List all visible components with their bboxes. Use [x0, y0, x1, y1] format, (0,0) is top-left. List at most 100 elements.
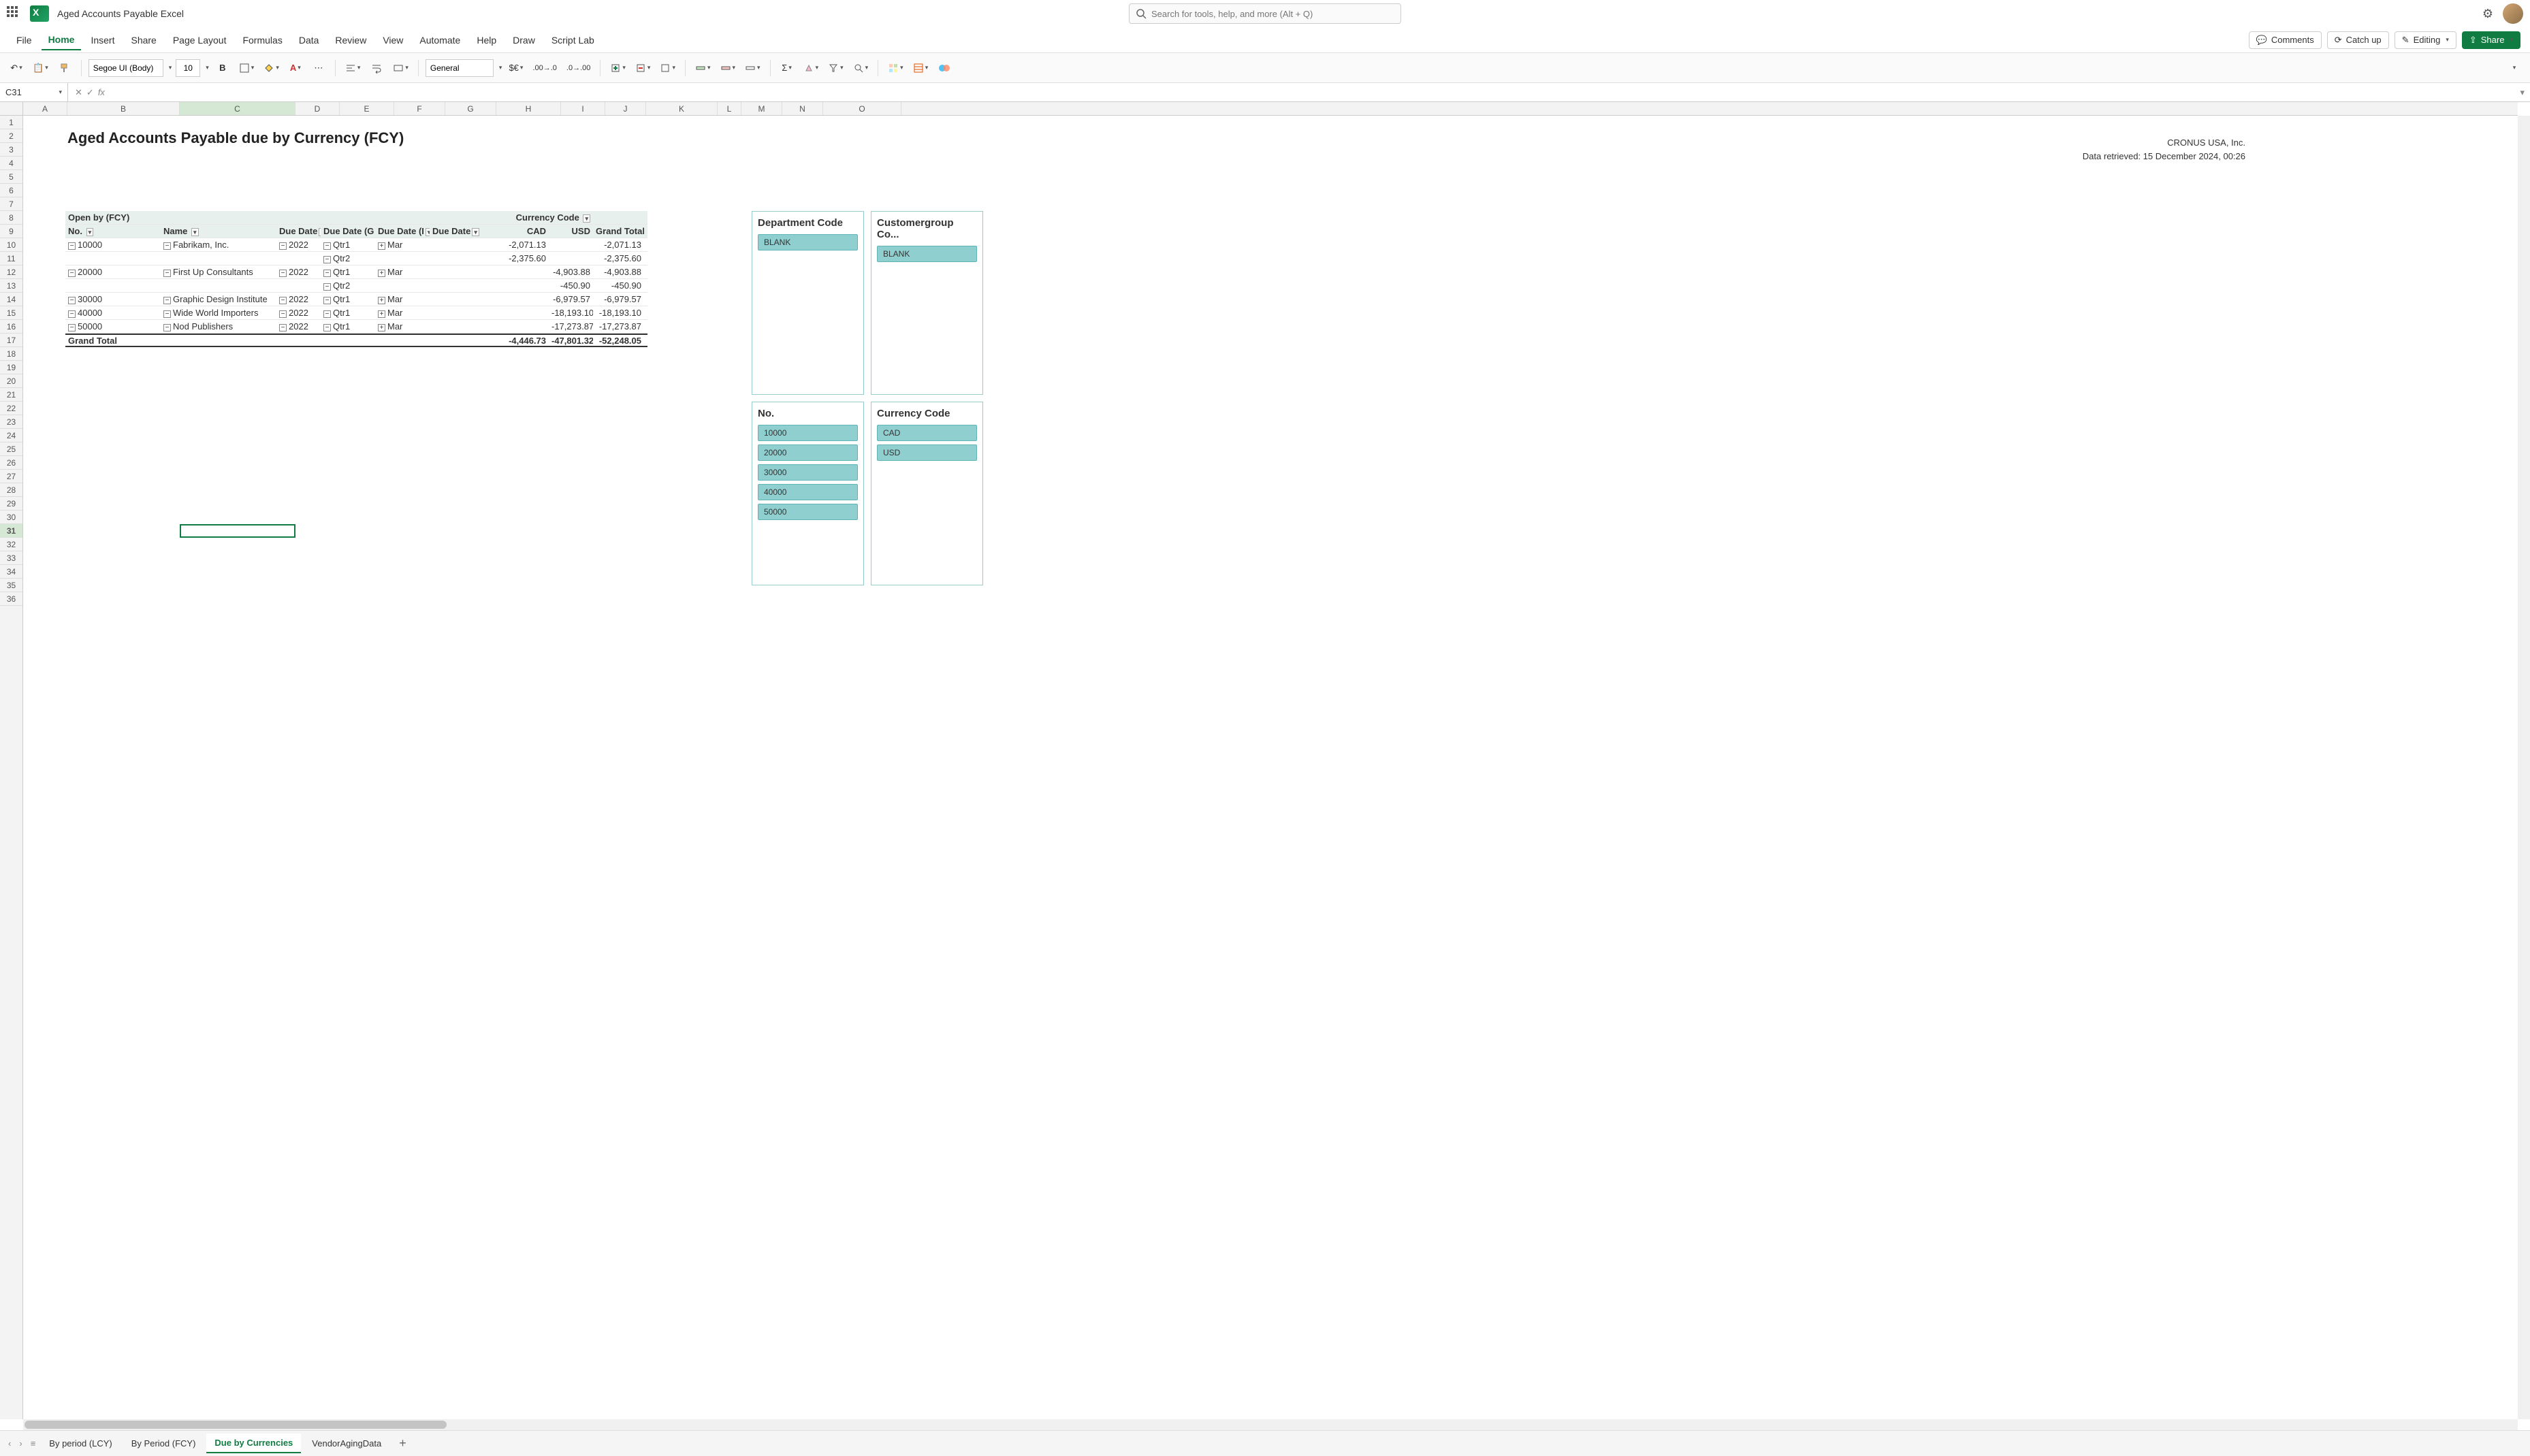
row-header[interactable]: 13 [0, 279, 22, 293]
row-header[interactable]: 17 [0, 334, 22, 347]
row-header[interactable]: 28 [0, 483, 22, 497]
wrap-text-button[interactable] [367, 59, 386, 78]
expand-collapse-icon[interactable]: − [279, 324, 287, 331]
filter-dropdown-icon[interactable]: ▾ [86, 228, 94, 236]
clear-button[interactable]: ▾ [801, 59, 822, 78]
more-font-button[interactable]: ⋯ [309, 59, 328, 78]
menu-page-layout[interactable]: Page Layout [166, 31, 234, 50]
expand-collapse-icon[interactable]: − [323, 283, 331, 291]
row-header[interactable]: 19 [0, 361, 22, 374]
copilot-button[interactable] [935, 59, 954, 78]
menu-file[interactable]: File [10, 31, 39, 50]
expand-collapse-icon[interactable]: − [279, 270, 287, 277]
slicer-item[interactable]: USD [877, 444, 977, 461]
align-button[interactable]: ▾ [342, 59, 364, 78]
expand-collapse-icon[interactable]: − [323, 297, 331, 304]
column-header[interactable]: I [561, 102, 605, 115]
paste-button[interactable]: 📋▾ [30, 59, 51, 78]
search-input[interactable] [1129, 3, 1401, 24]
borders-button[interactable]: ▾ [236, 59, 257, 78]
user-avatar[interactable] [2503, 3, 2523, 24]
enter-icon[interactable]: ✓ [86, 87, 94, 98]
column-header[interactable]: H [496, 102, 561, 115]
menu-home[interactable]: Home [42, 30, 82, 50]
format-table-button[interactable]: ▾ [910, 59, 931, 78]
editing-button[interactable]: ✎Editing▾ [2395, 31, 2456, 49]
ribbon-collapse-button[interactable]: ▾ [2504, 59, 2523, 78]
row-header[interactable]: 30 [0, 511, 22, 524]
formula-input[interactable] [112, 83, 2515, 101]
sheet-next-icon[interactable]: › [16, 1436, 25, 1451]
settings-icon[interactable]: ⚙ [2482, 7, 2493, 21]
delete-cells-button[interactable]: ▾ [632, 59, 654, 78]
expand-collapse-icon[interactable]: − [163, 310, 171, 318]
sheet-tab[interactable]: VendorAgingData [304, 1434, 389, 1453]
row-header[interactable]: 21 [0, 388, 22, 402]
vertical-scrollbar[interactable] [2518, 116, 2530, 1419]
row-header[interactable]: 16 [0, 320, 22, 334]
undo-button[interactable]: ↶▾ [7, 59, 26, 78]
slicer-no[interactable]: No. 10000 20000 30000 40000 50000 [752, 402, 864, 585]
row-header[interactable]: 6 [0, 184, 22, 197]
decrease-decimal-button[interactable]: .0→.00 [564, 59, 593, 78]
format-cells-button[interactable]: ▾ [657, 59, 678, 78]
insert-rows-button[interactable]: ▾ [692, 59, 714, 78]
slicer-item[interactable]: 30000 [758, 464, 858, 481]
cells-area[interactable]: Aged Accounts Payable due by Currency (F… [23, 116, 2518, 1419]
slicer-item[interactable]: BLANK [877, 246, 977, 262]
slicer-item[interactable]: 50000 [758, 504, 858, 520]
filter-dropdown-icon[interactable]: ▾ [191, 228, 199, 236]
insert-cells-button[interactable]: ▾ [607, 59, 628, 78]
sheet-tab[interactable]: By period (LCY) [41, 1434, 120, 1453]
expand-collapse-icon[interactable]: − [68, 324, 76, 331]
row-header[interactable]: 25 [0, 442, 22, 456]
select-all-corner[interactable] [0, 102, 23, 116]
column-header[interactable]: D [295, 102, 340, 115]
conditional-format-button[interactable]: ▾ [885, 59, 906, 78]
row-header[interactable]: 22 [0, 402, 22, 415]
row-header[interactable]: 31 [0, 524, 22, 538]
expand-collapse-icon[interactable]: + [378, 270, 385, 277]
document-title[interactable]: Aged Accounts Payable Excel [57, 8, 184, 19]
font-color-button[interactable]: A▾ [286, 59, 305, 78]
column-header[interactable]: M [741, 102, 782, 115]
menu-data[interactable]: Data [292, 31, 326, 50]
expand-collapse-icon[interactable]: − [323, 242, 331, 250]
slicer-item[interactable]: 40000 [758, 484, 858, 500]
format-painter-button[interactable] [55, 59, 74, 78]
row-header[interactable]: 11 [0, 252, 22, 265]
row-header[interactable]: 8 [0, 211, 22, 225]
expand-collapse-icon[interactable]: − [163, 270, 171, 277]
menu-share[interactable]: Share [124, 31, 163, 50]
expand-collapse-icon[interactable]: − [68, 310, 76, 318]
app-launcher-icon[interactable] [7, 6, 22, 21]
row-header[interactable]: 14 [0, 293, 22, 306]
expand-collapse-icon[interactable]: + [378, 242, 385, 250]
row-header[interactable]: 15 [0, 306, 22, 320]
expand-collapse-icon[interactable]: − [279, 297, 287, 304]
column-header[interactable]: J [605, 102, 646, 115]
column-header[interactable]: B [67, 102, 180, 115]
sheet-tab-active[interactable]: Due by Currencies [206, 1434, 301, 1453]
row-header[interactable]: 9 [0, 225, 22, 238]
row-header[interactable]: 1 [0, 116, 22, 129]
row-header[interactable]: 20 [0, 374, 22, 388]
add-sheet-button[interactable]: + [392, 1434, 413, 1453]
expand-formula-icon[interactable]: ▾ [2514, 87, 2530, 98]
name-box[interactable]: C31▾ [0, 83, 68, 101]
expand-collapse-icon[interactable]: − [68, 270, 76, 277]
slicer-item[interactable]: 20000 [758, 444, 858, 461]
format-rows-button[interactable]: ▾ [742, 59, 763, 78]
scrollbar-thumb[interactable] [25, 1421, 447, 1429]
slicer-currency[interactable]: Currency Code CAD USD [871, 402, 983, 585]
row-header[interactable]: 27 [0, 470, 22, 483]
font-size-select[interactable] [176, 59, 200, 77]
find-button[interactable]: ▾ [850, 59, 871, 78]
autosum-button[interactable]: Σ▾ [778, 59, 797, 78]
column-header[interactable]: L [718, 102, 741, 115]
expand-collapse-icon[interactable]: − [68, 242, 76, 250]
row-header[interactable]: 26 [0, 456, 22, 470]
delete-rows-button[interactable]: ▾ [718, 59, 739, 78]
number-format-select[interactable] [426, 59, 494, 77]
menu-insert[interactable]: Insert [84, 31, 121, 50]
